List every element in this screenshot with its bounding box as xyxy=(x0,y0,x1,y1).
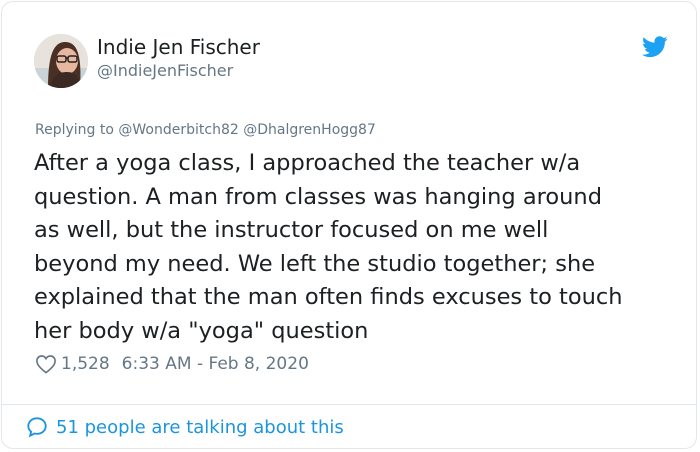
tweet-text-line: question. A man from classes was hanging… xyxy=(34,183,602,210)
divider xyxy=(2,404,696,405)
tweet-text-line: beyond my need. We left the studio toget… xyxy=(34,250,596,277)
tweet-text-line: as well, but the instructor focused on m… xyxy=(34,217,549,243)
mention-link[interactable]: @Wonderbitch82 xyxy=(118,122,238,138)
tweet-meta: 1,528 6:33 AM - Feb 8, 2020 xyxy=(35,352,309,376)
tweet-text-line: explained that the man often finds excus… xyxy=(34,284,623,310)
tweet-card: Indie Jen Fischer @IndieJenFischer Reply… xyxy=(1,1,697,449)
twitter-bird-icon[interactable] xyxy=(642,36,668,58)
speech-bubble-icon xyxy=(27,417,47,438)
replying-prefix: Replying to xyxy=(35,122,114,138)
mention-link[interactable]: @DhalgrenHogg87 xyxy=(243,122,376,138)
avatar[interactable] xyxy=(34,34,88,88)
like-count[interactable]: 1,528 xyxy=(61,354,110,374)
talking-link[interactable]: 51 people are talking about this xyxy=(26,416,344,438)
author-name[interactable]: Indie Jen Fischer xyxy=(97,35,260,59)
heart-icon[interactable] xyxy=(35,354,57,374)
tweet-text-line: After a yoga class, I approached the tea… xyxy=(34,150,581,176)
talking-text[interactable]: 51 people are talking about this xyxy=(56,417,344,438)
tweet-text: After a yoga class, I approached the tea… xyxy=(34,147,674,348)
replying-to: Replying to @Wonderbitch82 @DhalgrenHogg… xyxy=(35,122,376,138)
tweet-text-line: her body w/a "yoga" question xyxy=(34,317,369,344)
author-handle[interactable]: @IndieJenFischer xyxy=(97,61,233,80)
timestamp[interactable]: 6:33 AM - Feb 8, 2020 xyxy=(122,354,309,374)
